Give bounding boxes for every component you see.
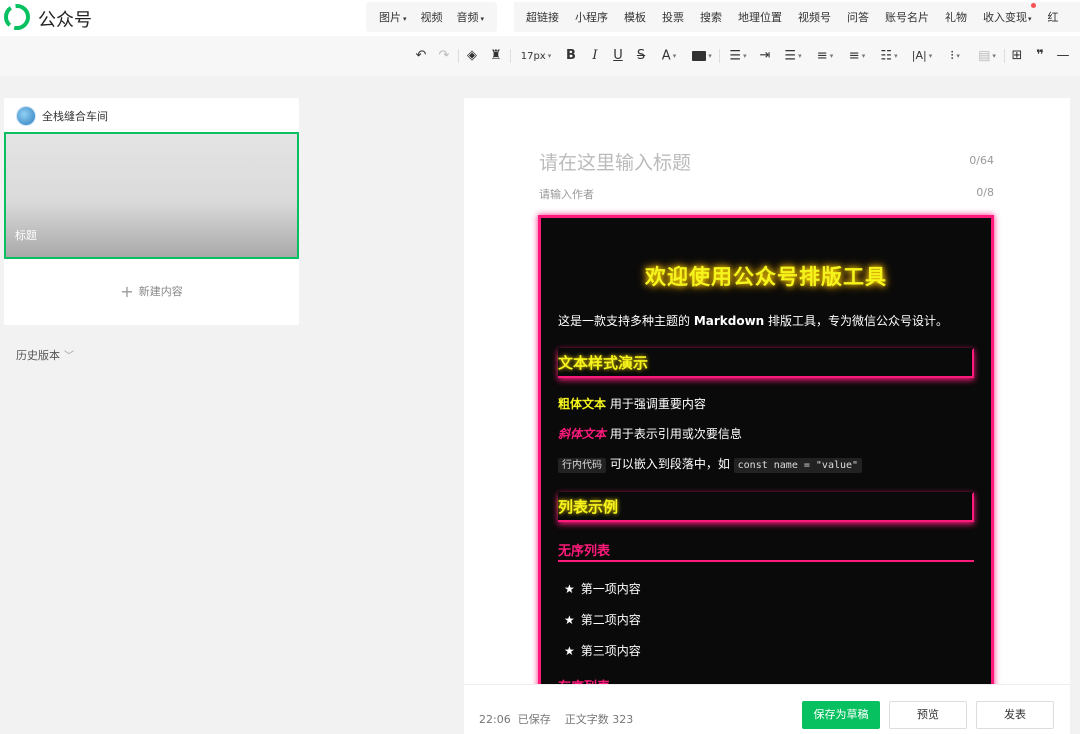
star-icon: ★ — [564, 582, 575, 596]
save-draft-button[interactable]: 保存为草稿 — [802, 701, 880, 729]
menu-monetization[interactable]: 收入变现▾ — [983, 3, 1036, 25]
article-content-area[interactable]: 欢迎使用公众号排版工具 这是一款支持多种主题的 Markdown 排版工具，专为… — [538, 215, 994, 734]
plus-icon: + — [120, 282, 134, 301]
editor-panel: 请在这里输入标题 0/64 请输入作者 0/8 欢迎使用公众号排版工具 这是一款… — [464, 98, 1070, 734]
star-icon: ★ — [564, 613, 575, 627]
title-input[interactable]: 请在这里输入标题 — [539, 148, 691, 175]
align-icon[interactable]: ☰ ▾ — [726, 47, 750, 65]
notification-dot — [1030, 3, 1036, 8]
underline-icon[interactable]: U — [611, 47, 625, 65]
list-item: ★ 第三项内容 — [564, 644, 641, 658]
wechat-mp-logo-icon — [4, 4, 30, 30]
bullet-list-icon[interactable]: ⁝ ▾ — [943, 47, 967, 65]
content-italic-line: 斜体文本 用于表示引用或次要信息 — [558, 427, 742, 441]
font-size-select[interactable]: 17px ▾ — [516, 47, 556, 65]
author-input[interactable]: 请输入作者 — [539, 186, 594, 202]
menu-channels[interactable]: 视频号 — [798, 9, 831, 25]
avatar — [16, 106, 36, 126]
article-cover-title: 标题 — [15, 229, 37, 242]
paragraph-spacing-before-icon[interactable]: ≡ ▾ — [813, 47, 837, 65]
format-painter-icon[interactable]: ♜ — [489, 47, 503, 65]
menu-search[interactable]: 搜索 — [700, 9, 722, 25]
editor-footer: 22:06 已保存 正文字数 323 保存为草稿 预览 发表 — [464, 684, 1070, 734]
menu-account-card[interactable]: 账号名片 — [885, 9, 929, 25]
article-list-card: 全栈缝合车间 标题 + 新建内容 — [4, 98, 299, 325]
menu-more[interactable]: 红 — [1048, 9, 1059, 25]
menu-vote[interactable]: 投票 — [662, 9, 684, 25]
content-heading-unordered-list: 无序列表 — [558, 540, 974, 562]
account-name: 全栈缝合车间 — [42, 110, 108, 123]
table-icon[interactable]: ⊞ — [1010, 47, 1024, 65]
publish-button[interactable]: 发表 — [976, 701, 1054, 729]
top-bar: 公众号 图片 ▾ 视频 音频 ▾ 超链接 小程序 模板 投票 搜索 地理位置 视频号… — [0, 0, 1080, 36]
app-title: 公众号 — [38, 10, 92, 31]
menu-qa[interactable]: 问答 — [847, 9, 869, 25]
media-insert-group: 图片 ▾ 视频 音频 ▾ — [366, 2, 498, 32]
menu-image[interactable]: 图片 ▾ — [379, 9, 407, 25]
insert-menu-group: 超链接 小程序 模板 投票 搜索 地理位置 视频号 问答 账号名片 礼物 收入变… — [514, 2, 1080, 32]
redo-icon[interactable]: ↷ — [437, 47, 451, 65]
menu-audio[interactable]: 音频 ▾ — [457, 9, 485, 25]
list-indent-icon[interactable]: ☷ ▾ — [877, 47, 901, 65]
content-code-line: 行内代码 可以嵌入到段落中，如 const name = "value" — [558, 455, 863, 473]
menu-template[interactable]: 模板 — [624, 9, 646, 25]
list-item: ★ 第二项内容 — [564, 613, 641, 627]
preview-button[interactable]: 预览 — [889, 701, 967, 729]
content-bold-line: 粗体文本 用于强调重要内容 — [558, 397, 706, 411]
undo-icon[interactable]: ↶ — [414, 47, 428, 65]
letter-spacing-icon[interactable]: |A| ▾ — [909, 47, 935, 65]
content-heading-1: 欢迎使用公众号排版工具 — [645, 265, 887, 289]
text-wrap-icon[interactable]: ▤ ▾ — [975, 47, 999, 65]
menu-hyperlink[interactable]: 超链接 — [526, 9, 559, 25]
clear-format-icon[interactable]: ◈ — [465, 47, 479, 65]
author-char-count: 0/8 — [976, 186, 994, 199]
quote-icon[interactable]: ❞ — [1033, 47, 1047, 65]
content-heading-list-examples: 列表示例 — [558, 492, 974, 522]
list-item: ★ 第一项内容 — [564, 582, 641, 596]
indent-icon[interactable]: ⇥ — [758, 47, 772, 65]
menu-gift[interactable]: 礼物 — [945, 9, 967, 25]
star-icon: ★ — [564, 644, 575, 658]
menu-video[interactable]: 视频 — [421, 9, 443, 25]
history-versions-toggle[interactable]: 历史版本 ﹀ — [16, 347, 74, 363]
article-cover-item[interactable]: 标题 — [4, 132, 299, 259]
save-status: 22:06 已保存 正文字数 323 — [479, 713, 634, 726]
paragraph-spacing-after-icon[interactable]: ≡ ▾ — [845, 47, 869, 65]
bold-icon[interactable]: B — [564, 47, 578, 65]
background-color-icon[interactable]: ▾ — [690, 47, 714, 65]
italic-icon[interactable]: I — [588, 47, 602, 65]
menu-location[interactable]: 地理位置 — [738, 9, 782, 25]
divider-icon[interactable]: — — [1056, 47, 1070, 65]
title-char-count: 0/64 — [969, 154, 994, 167]
new-content-button[interactable]: + 新建内容 — [4, 282, 299, 301]
strikethrough-icon[interactable]: S — [634, 47, 648, 65]
chevron-down-icon: ﹀ — [64, 351, 74, 362]
content-intro-paragraph: 这是一款支持多种主题的 Markdown 排版工具，专为微信公众号设计。 — [558, 314, 949, 328]
content-heading-text-styles: 文本样式演示 — [558, 348, 974, 378]
line-height-icon[interactable]: ☰ ▾ — [781, 47, 805, 65]
menu-mini-program[interactable]: 小程序 — [575, 9, 608, 25]
format-toolbar: ↶ ↷ ◈ ♜ 17px ▾ B I U S A ▾ ▾ ☰ ▾ ⇥ ☰ ▾ ≡ ▾ ≡ ▾… — [0, 36, 1080, 76]
font-color-icon[interactable]: A ▾ — [657, 47, 681, 65]
